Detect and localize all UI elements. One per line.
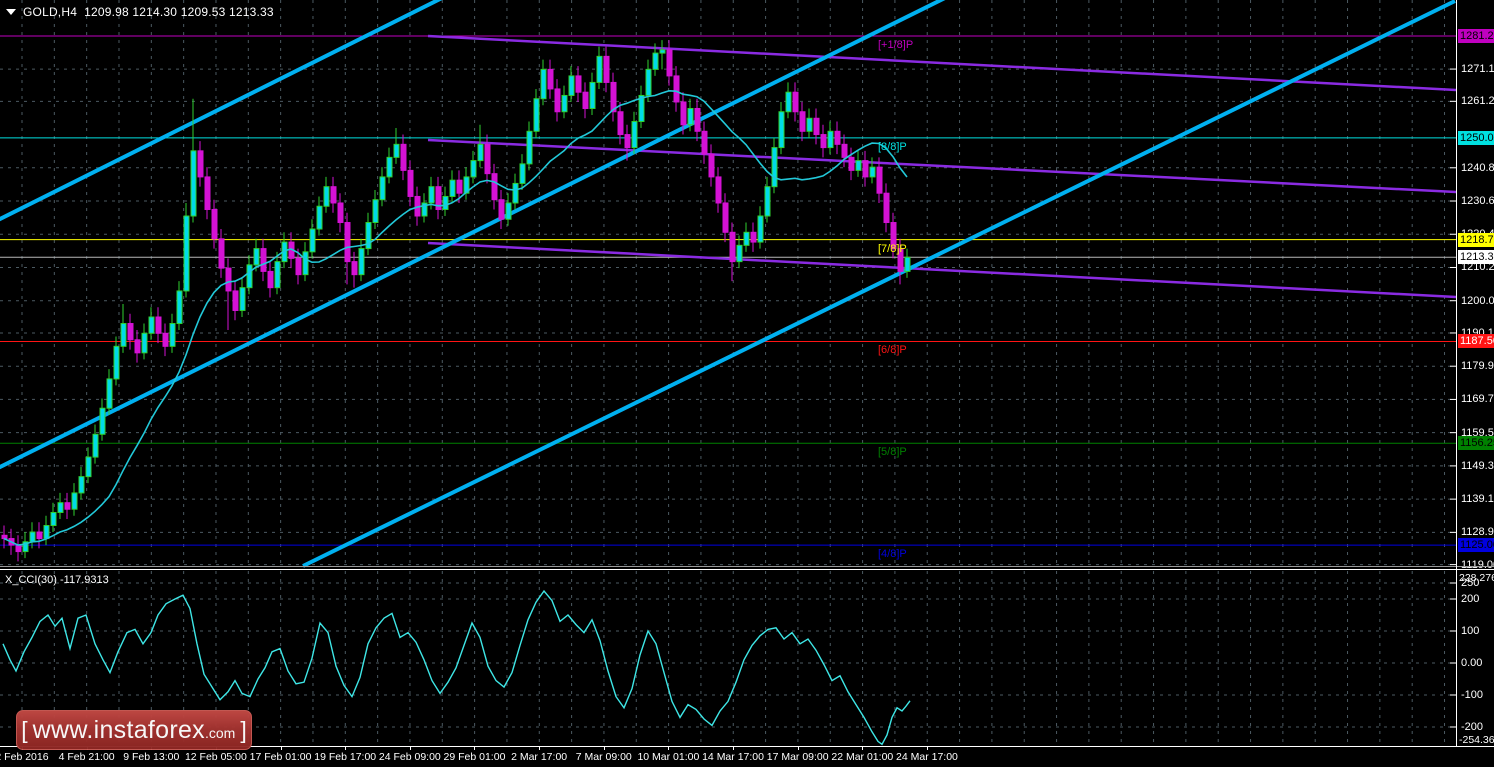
time-tick-mark (862, 747, 864, 750)
y-axis-label: 1240.80 (1461, 161, 1494, 174)
cci-indicator-label: X_CCI(30) -117.9313 (5, 574, 109, 586)
price-level-chip: 1156.25 (1458, 436, 1494, 451)
time-axis-label: 14 Mar 17:00 (702, 751, 764, 763)
time-tick-mark (668, 747, 670, 750)
y-axis-label: 1230.60 (1461, 195, 1494, 208)
current-price-chip: 1213.33 (1458, 250, 1494, 265)
time-axis-label: 2 Mar 17:00 (511, 751, 568, 763)
y-axis-label: 1179.90 (1461, 360, 1494, 373)
panel-separator-highlight (0, 569, 1494, 570)
y-axis-label: 1220.40 (1461, 228, 1494, 241)
symbol-dropdown-icon[interactable] (6, 9, 16, 15)
time-tick-mark (539, 747, 541, 750)
murrey-label: [4/8]P (878, 548, 907, 561)
time-axis-label: 24 Mar 17:00 (896, 751, 958, 763)
time-axis-label: 10 Mar 01:00 (637, 751, 700, 763)
price-level-chip: 1250.00 (1458, 130, 1494, 145)
panel-separator-top[interactable] (0, 566, 1494, 567)
y-axis-label: 1128.90 (1461, 526, 1494, 539)
time-tick-mark (409, 747, 411, 750)
watermark-site-name: www.instaforex (32, 715, 205, 744)
cci-axis-label: 0.00 (1461, 657, 1483, 669)
watermark-open-bracket: [ (21, 716, 28, 743)
time-axis-label: 19 Feb 17:00 (314, 751, 377, 763)
price-axis-border (1456, 0, 1457, 746)
cci-axis-label: 100 (1461, 625, 1480, 637)
time-tick-mark (280, 747, 282, 750)
time-tick-mark (603, 747, 605, 750)
time-tick-mark (797, 747, 799, 750)
y-axis-label: 1210.20 (1461, 261, 1494, 274)
time-tick-mark (345, 747, 347, 750)
murrey-lines (0, 35, 1457, 546)
time-axis-label: 17 Mar 09:00 (766, 751, 829, 763)
murrey-label: [5/8]P (878, 446, 907, 459)
chart-window: GOLD,H4 1209.98 1214.30 1209.53 1213.33 … (0, 0, 1494, 767)
price-level-chip: 1281.25 (1458, 29, 1494, 43)
y-axis-label: 1271.10 (1461, 63, 1494, 76)
symbol-period-label: GOLD,H4 (23, 5, 78, 19)
price-level-chip: 1125.00 (1458, 538, 1494, 553)
watermark-tld: .com (205, 725, 236, 741)
y-axis-label: 1149.30 (1461, 459, 1494, 472)
cci-axis-label: 250 (1461, 577, 1480, 589)
time-axis-label: 4 Feb 21:00 (58, 751, 115, 763)
time-axis-label: 22 Mar 01:00 (831, 751, 894, 763)
y-axis-label: 1190.10 (1461, 326, 1494, 339)
time-axis-label: 29 Feb 01:00 (443, 751, 506, 763)
cci-min-label: -254.3609 (1459, 734, 1494, 746)
time-axis-label: 17 Feb 01:00 (249, 751, 312, 763)
price-level-chip: 1187.50 (1458, 334, 1494, 349)
murrey-label: [6/8]P (878, 344, 907, 357)
y-axis-label: 1159.50 (1461, 426, 1494, 439)
cci-axis-label: -100 (1461, 689, 1484, 701)
cci-axis-label: -200 (1461, 721, 1484, 733)
ohlc-values: 1209.98 1214.30 1209.53 1213.33 (84, 5, 274, 19)
y-axis-label: 1200.00 (1461, 294, 1494, 307)
time-axis-label: 7 Mar 09:00 (575, 751, 632, 763)
time-axis-label: 12 Feb 05:00 (184, 751, 247, 763)
murrey-label: [7/8]P (878, 242, 907, 255)
cci-axis-label: 200 (1461, 593, 1480, 605)
cci-max-label: 228.2769 (1459, 572, 1494, 584)
price-grid (0, 0, 1457, 568)
time-axis-label: 9 Feb 13:00 (123, 751, 180, 763)
price-level-chip: 1218.75 (1458, 232, 1494, 247)
price-chart-canvas[interactable] (0, 0, 1457, 568)
murrey-label: [+1/8]P (878, 39, 914, 51)
time-axis-label: 2 Feb 2016 (0, 751, 49, 763)
cyan-trendlines[interactable] (0, 0, 1456, 568)
y-axis-label: 1261.20 (1461, 95, 1494, 108)
murrey-label: [8/8]P (878, 140, 907, 153)
time-tick-mark (926, 747, 928, 750)
instaforex-watermark: [www.instaforex .com] (16, 710, 252, 750)
time-tick-mark (733, 747, 735, 750)
time-tick-mark (474, 747, 476, 750)
chart-title: GOLD,H4 1209.98 1214.30 1209.53 1213.33 (6, 5, 274, 19)
time-axis-label: 24 Feb 09:00 (378, 751, 441, 763)
watermark-close-bracket: ] (240, 716, 247, 743)
y-axis-label: 1169.70 (1461, 393, 1494, 406)
y-axis-label: 1139.10 (1461, 493, 1494, 506)
